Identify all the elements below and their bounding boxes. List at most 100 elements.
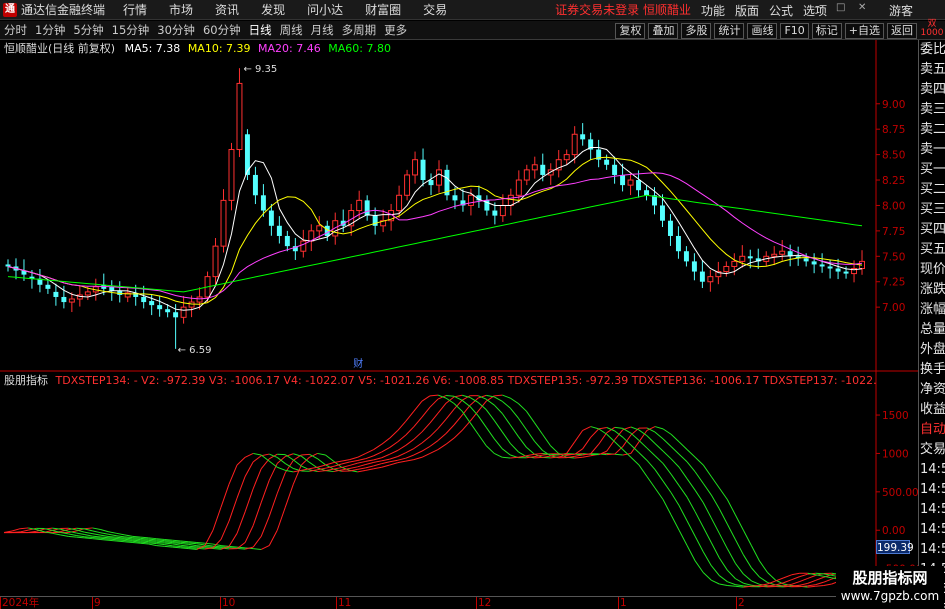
side-item-9[interactable]: 买四 [919, 220, 945, 240]
menu-item-formula[interactable]: 公式 [769, 2, 793, 19]
indicator-segment [301, 453, 310, 456]
menu-item-quotes[interactable]: 行情 [123, 1, 147, 18]
candle-body [364, 200, 370, 216]
candle-body [540, 164, 546, 175]
menu-item-layout[interactable]: 版面 [735, 2, 759, 19]
candle-body [84, 291, 91, 296]
candle-body [723, 265, 730, 273]
menu-item-news[interactable]: 资讯 [215, 1, 239, 18]
side-item-25[interactable]: 14:5 [919, 540, 945, 560]
candle-body [236, 82, 243, 151]
indicator-segment [76, 527, 85, 530]
candle-body [228, 149, 235, 201]
indicator-values: TDXSTEP134: - V2: -972.39 V3: -1006.17 V… [55, 374, 878, 387]
side-item-7[interactable]: 买二 [919, 180, 945, 200]
control-button-7[interactable]: +自选 [844, 22, 884, 39]
indicator-bg [0, 372, 918, 596]
period-tab-7[interactable]: 周线 [276, 22, 307, 38]
date-label-5: 1 [620, 597, 627, 609]
side-item-10[interactable]: 买五 [919, 240, 945, 260]
menu-item-market[interactable]: 市场 [169, 1, 193, 18]
control-button-5[interactable]: F10 [780, 22, 809, 39]
minimize-icon[interactable]: — [814, 2, 824, 13]
guest-label[interactable]: 游客 [889, 2, 913, 19]
side-item-11[interactable]: 现价 [919, 260, 945, 280]
control-button-4[interactable]: 画线 [747, 22, 778, 39]
price-chart[interactable]: 9.00 8.75 8.50 8.25 8.00 7.75 7.50 7.25 7.00 ← 9.… [0, 40, 918, 372]
candle-body [779, 250, 786, 255]
side-item-5[interactable]: 卖一 [919, 140, 945, 160]
side-item-6[interactable]: 买一 [919, 160, 945, 180]
candle-body [667, 220, 673, 236]
menu-item-trade[interactable]: 交易 [423, 1, 447, 18]
period-tab-5[interactable]: 60分钟 [199, 22, 245, 38]
candle-body [499, 204, 506, 217]
date-tick [618, 597, 619, 609]
control-button-3[interactable]: 统计 [714, 22, 745, 39]
side-item-22[interactable]: 14:5 [919, 480, 945, 500]
side-item-14[interactable]: 总量 [919, 320, 945, 340]
side-item-4[interactable]: 卖二 [919, 120, 945, 140]
menu-item-discover[interactable]: 发现 [261, 1, 285, 18]
side-item-23[interactable]: 14:5 [919, 500, 945, 520]
period-tab-2[interactable]: 5分钟 [69, 22, 107, 38]
side-item-2[interactable]: 卖四 [919, 80, 945, 100]
period-tab-8[interactable]: 月线 [307, 22, 338, 38]
side-item-3[interactable]: 卖三 [919, 100, 945, 120]
right-menu: 功能 版面 公式 选项 [691, 0, 827, 20]
side-item-16[interactable]: 换手 [919, 360, 945, 380]
period-tab-3[interactable]: 15分钟 [108, 22, 154, 38]
side-item-20[interactable]: 交易 [919, 440, 945, 460]
candle-body [428, 180, 434, 186]
candle-body [644, 190, 649, 196]
candle-body [612, 164, 618, 175]
candle-body [196, 296, 203, 303]
side-item-13[interactable]: 涨幅 [919, 300, 945, 320]
date-tick [736, 597, 737, 609]
candle-body [563, 154, 570, 161]
candle-body [675, 235, 681, 252]
candle-body [803, 258, 809, 262]
period-tab-6[interactable]: 日线 [245, 22, 276, 38]
side-item-0[interactable]: 委比 [919, 40, 945, 60]
control-button-2[interactable]: 多股 [681, 22, 712, 39]
control-button-8[interactable]: 返回 [887, 22, 917, 39]
dual-line-1: 1000 [920, 28, 944, 38]
candle-body [731, 260, 738, 267]
period-tab-1[interactable]: 1分钟 [31, 22, 69, 38]
side-item-21[interactable]: 14:5 [919, 460, 945, 480]
high-annotation: ← 9.35 [243, 64, 277, 75]
candle-body [507, 194, 514, 206]
side-item-8[interactable]: 买三 [919, 200, 945, 220]
control-button-1[interactable]: 叠加 [648, 22, 679, 39]
side-item-1[interactable]: 卖五 [919, 60, 945, 80]
side-item-12[interactable]: 涨跌 [919, 280, 945, 300]
indicator-chart[interactable]: 15001000500.000.00-500.00 [0, 372, 918, 596]
side-item-17[interactable]: 净资 [919, 380, 945, 400]
stock-title: 恒顺醋业(日线 前复权) [4, 42, 116, 55]
side-item-18[interactable]: 收益 [919, 400, 945, 420]
period-tab-0[interactable]: 分时 [0, 22, 31, 38]
date-axis: 2024年 9 10 11 12 1 2 [0, 596, 918, 609]
control-button-0[interactable]: 复权 [615, 22, 646, 39]
period-tab-10[interactable]: 更多 [380, 22, 411, 38]
candle-body [739, 255, 746, 262]
indicator-axis-label: 1000 [882, 448, 909, 460]
candle-body [404, 174, 411, 196]
date-label-1: 9 [94, 597, 101, 609]
period-tab-9[interactable]: 多周期 [338, 22, 381, 38]
side-item-19[interactable]: 自动 [919, 420, 945, 440]
menu-item-function[interactable]: 功能 [701, 2, 725, 19]
side-item-15[interactable]: 外盘 [919, 340, 945, 360]
side-item-24[interactable]: 14:5 [919, 520, 945, 540]
period-tab-4[interactable]: 30分钟 [153, 22, 199, 38]
menu-item-ask[interactable]: 问小达 [307, 1, 343, 18]
indicator-legend: 股朋指标 TDXSTEP134: - V2: -972.39 V3: -1006… [0, 373, 877, 389]
control-button-6[interactable]: 标记 [811, 22, 842, 39]
close-icon[interactable]: ✕ [858, 2, 866, 13]
candle-body [212, 245, 219, 278]
price-axis-label: 9.00 [882, 99, 905, 111]
menu-item-wealth[interactable]: 财富圈 [365, 1, 401, 18]
maximize-icon[interactable]: □ [836, 2, 845, 13]
ma20-label: MA20: 7.46 [258, 42, 321, 55]
